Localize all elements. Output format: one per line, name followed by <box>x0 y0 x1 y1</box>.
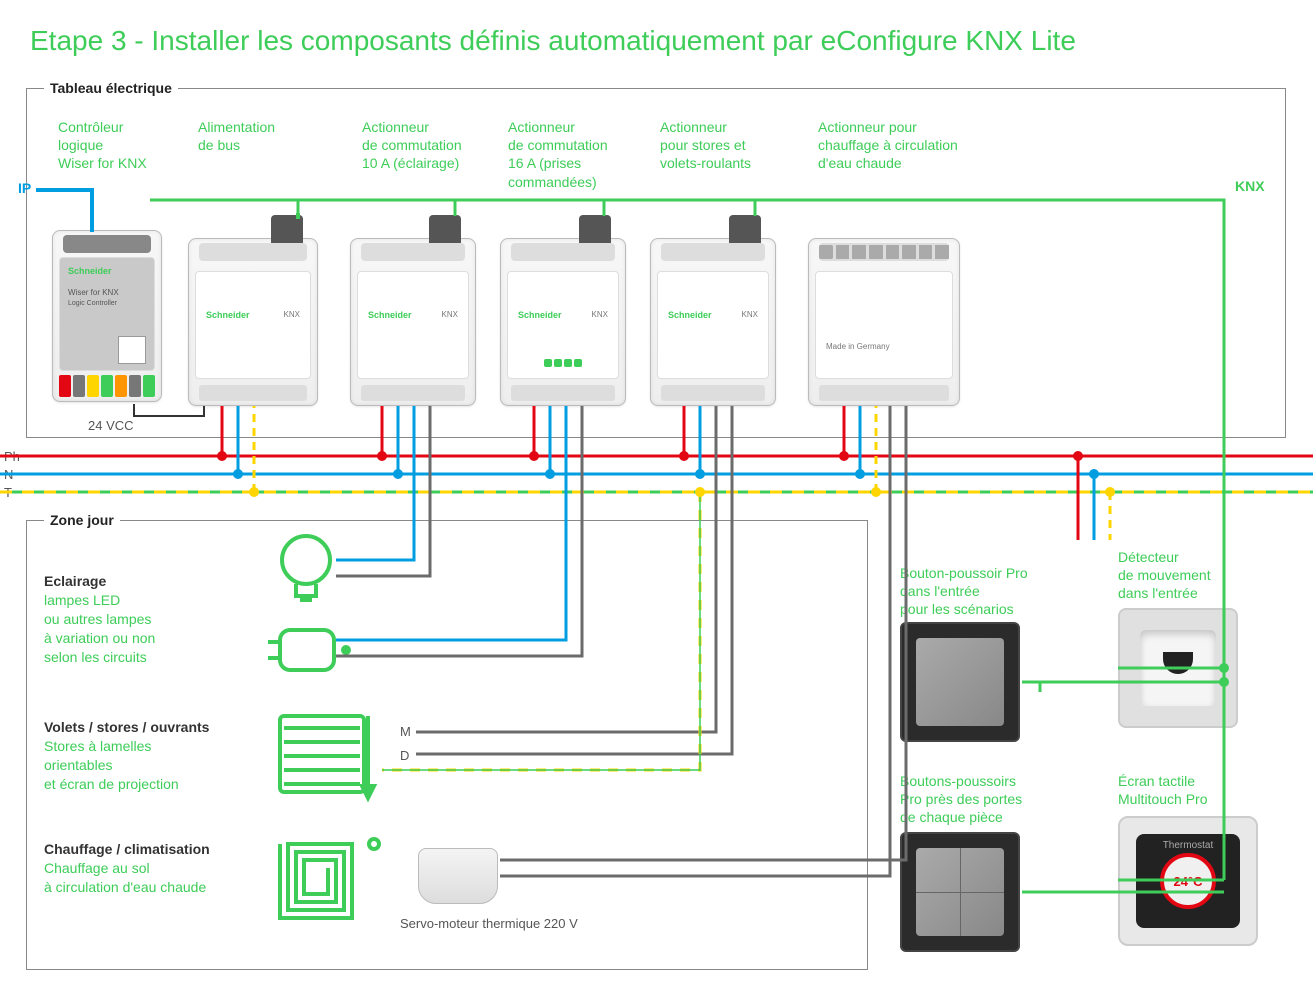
node-knx <box>1219 663 1229 673</box>
device-psu: Schneider KNX <box>188 238 318 406</box>
label-t: T <box>4 485 12 500</box>
label-controller: Contrôleur logique Wiser for KNX <box>58 118 147 173</box>
label-ip: IP <box>18 180 31 196</box>
node-t <box>1105 487 1115 497</box>
device-pb-rooms <box>900 832 1020 952</box>
device-touchscreen: Thermostat 24°C <box>1118 816 1258 946</box>
label-motion: Détecteur de mouvement dans l'entrée <box>1118 548 1211 603</box>
node-t <box>249 487 259 497</box>
node-ph <box>377 451 387 461</box>
node-ph <box>1073 451 1083 461</box>
node-ph <box>529 451 539 461</box>
device-controller: Schneider Wiser for KNX Logic Controller <box>52 230 162 402</box>
label-psu: Alimentation de bus <box>198 118 275 154</box>
device-actuator-16a: Schneider KNX <box>500 238 626 406</box>
device-actuator-heating: Made in Germany <box>808 238 960 406</box>
label-actuator-10a: Actionneur de commutation 10 A (éclairag… <box>362 118 462 173</box>
label-touch: Écran tactile Multitouch Pro <box>1118 772 1207 808</box>
node-ph <box>679 451 689 461</box>
label-pb-entry: Bouton-poussoir Pro dans l'entrée pour l… <box>900 564 1028 619</box>
node-ph <box>217 451 227 461</box>
node-n <box>855 469 865 479</box>
desc-blinds: Volets / stores / ouvrants Stores à lame… <box>44 718 209 794</box>
panel-electrical-label: Tableau électrique <box>44 80 178 96</box>
desc-heating: Chauffage / climatisation Chauffage au s… <box>44 840 210 897</box>
label-ph: Ph <box>4 449 20 464</box>
label-pb-rooms: Boutons-poussoirs Pro près des portes de… <box>900 772 1022 827</box>
device-servo <box>418 848 498 904</box>
node-n <box>1089 469 1099 479</box>
label-knx: KNX <box>1235 178 1265 194</box>
label-actuator-blinds: Actionneur pour stores et volets-roulant… <box>660 118 751 173</box>
label-24vcc: 24 VCC <box>88 418 134 433</box>
label-servo: Servo-moteur thermique 220 V <box>400 916 578 931</box>
node-n <box>545 469 555 479</box>
label-n: N <box>4 467 13 482</box>
label-actuator-16a: Actionneur de commutation 16 A (prises c… <box>508 118 608 191</box>
node-t <box>871 487 881 497</box>
node-n <box>695 469 705 479</box>
node-t <box>695 487 705 497</box>
desc-lighting: Eclairage lampes LED ou autres lampes à … <box>44 572 155 666</box>
device-pb-entry <box>900 622 1020 742</box>
node-n <box>393 469 403 479</box>
label-actuator-heating: Actionneur pour chauffage à circulation … <box>818 118 958 173</box>
device-actuator-10a: Schneider KNX <box>350 238 476 406</box>
label-motor-m: M <box>400 724 411 739</box>
device-actuator-blinds: Schneider KNX <box>650 238 776 406</box>
panel-dayzone-label: Zone jour <box>44 512 120 528</box>
node-ph <box>839 451 849 461</box>
node-knx <box>1219 677 1229 687</box>
node-n <box>233 469 243 479</box>
page-title: Etape 3 - Installer les composants défin… <box>30 25 1076 57</box>
label-motor-d: D <box>400 748 409 763</box>
